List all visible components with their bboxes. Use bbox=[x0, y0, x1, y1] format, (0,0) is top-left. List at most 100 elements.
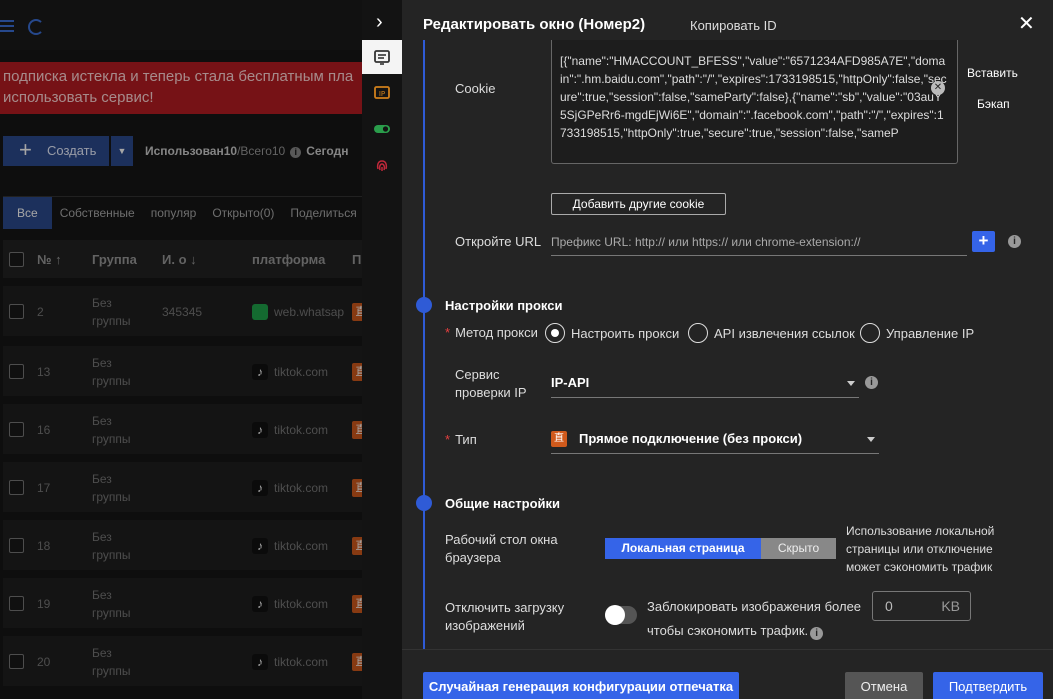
cookie-textarea[interactable]: [{"name":"HMACCOUNT_BFESS","value":"6571… bbox=[551, 40, 958, 164]
banner-line-1: подписка истекла и теперь стала бесплатн… bbox=[3, 68, 354, 85]
table-row[interactable]: 18Безгруппы♪tiktok.com直38.90美国( bbox=[3, 520, 362, 570]
segment-hidden[interactable]: Скрыто bbox=[761, 538, 836, 559]
table-row[interactable]: 2Безгруппы345345web.whatsap直124.1中国( bbox=[3, 286, 362, 336]
add-cookie-button[interactable]: Добавить другие cookie bbox=[551, 193, 726, 215]
top-bar bbox=[0, 0, 362, 50]
usage-used: Использован10 bbox=[145, 144, 238, 158]
menu-icon[interactable] bbox=[0, 20, 16, 34]
proxy-type-icon: 直 bbox=[352, 479, 362, 497]
profile-list-background: подписка истекла и теперь стала бесплатн… bbox=[0, 0, 362, 699]
chevron-down-icon bbox=[847, 381, 855, 386]
ip-check-label: Сервис проверки IP bbox=[455, 367, 527, 400]
plus-icon: + bbox=[19, 137, 32, 162]
subscription-banner: подписка истекла и теперь стала бесплатн… bbox=[0, 62, 362, 114]
row-checkbox[interactable] bbox=[9, 654, 24, 669]
column-platform[interactable]: платформа bbox=[252, 252, 325, 267]
row-platform: tiktok.com bbox=[274, 597, 329, 611]
row-no: 17 bbox=[37, 481, 51, 495]
row-platform: tiktok.com bbox=[274, 539, 329, 553]
general-section-title: Общие настройки bbox=[445, 496, 560, 511]
row-checkbox[interactable] bbox=[9, 596, 24, 611]
row-checkbox[interactable] bbox=[9, 480, 24, 495]
desktop-segmented-control: Локальная страница Скрыто bbox=[605, 538, 836, 559]
create-button[interactable]: + Создать bbox=[3, 136, 109, 166]
usage-total: /Всего10 bbox=[237, 144, 286, 158]
row-name: 345345 bbox=[162, 305, 203, 319]
tab-opened[interactable]: Открыто(0) bbox=[204, 197, 282, 229]
row-no: 18 bbox=[37, 539, 51, 553]
open-url-label: Откройте URL bbox=[455, 234, 542, 249]
type-label: * Тип bbox=[445, 432, 477, 447]
copy-id-link[interactable]: Копировать ID bbox=[690, 18, 777, 33]
image-size-kb-input[interactable]: 0 KB bbox=[872, 591, 971, 621]
segment-local-page[interactable]: Локальная страница bbox=[605, 538, 761, 559]
radio-ip-management[interactable]: Управление IP bbox=[860, 323, 974, 343]
column-no[interactable]: № ↑ bbox=[37, 252, 62, 267]
backup-button[interactable]: Бэкап bbox=[977, 97, 1010, 111]
table-row[interactable]: 17Безгруппы♪tiktok.com直38.90美国( bbox=[3, 462, 362, 512]
row-checkbox[interactable] bbox=[9, 364, 24, 379]
whatsapp-icon bbox=[252, 304, 268, 320]
tab-all[interactable]: Все bbox=[3, 197, 52, 229]
row-group: Без группы bbox=[92, 296, 131, 328]
refresh-icon[interactable] bbox=[28, 19, 44, 35]
kb-unit: KB bbox=[941, 598, 960, 614]
open-url-input[interactable]: Префикс URL: http:// или https:// или ch… bbox=[551, 230, 967, 256]
column-proxy[interactable]: Прокси- bbox=[352, 252, 362, 267]
rail-item-fingerprint[interactable] bbox=[362, 148, 402, 182]
info-icon[interactable]: i bbox=[290, 147, 302, 158]
radio-api-link[interactable]: API извлечения ссылок bbox=[688, 323, 855, 343]
desktop-hint: Использование локальной страницы или откл… bbox=[846, 524, 995, 574]
info-icon[interactable]: i bbox=[810, 627, 824, 640]
chevron-right-icon[interactable]: › bbox=[376, 10, 383, 34]
row-checkbox[interactable] bbox=[9, 422, 24, 437]
confirm-button[interactable]: Подтвердить bbox=[933, 672, 1043, 699]
modal-footer: Случайная генерация конфигурации отпечат… bbox=[402, 649, 1053, 699]
row-group: Без группы bbox=[92, 472, 131, 504]
add-url-button[interactable]: + bbox=[972, 231, 995, 252]
proxy-type-icon: 直 bbox=[352, 363, 362, 381]
tab-own[interactable]: Собственные bbox=[52, 197, 143, 229]
random-fingerprint-button[interactable]: Случайная генерация конфигурации отпечат… bbox=[423, 672, 739, 699]
create-label: Создать bbox=[47, 143, 97, 158]
tab-shared[interactable]: Поделиться bbox=[282, 197, 362, 229]
direct-connection-icon: 直 bbox=[551, 431, 567, 447]
disable-images-label: Отключить загрузку изображений bbox=[445, 600, 565, 633]
table-row[interactable]: 20Безгруппы♪tiktok.com直38.90美国( bbox=[3, 636, 362, 686]
disable-images-toggle[interactable] bbox=[605, 605, 637, 625]
row-checkbox[interactable] bbox=[9, 304, 24, 319]
tiktok-icon: ♪ bbox=[252, 538, 268, 554]
row-group: Без группы bbox=[92, 646, 131, 678]
rail-item-toggle[interactable] bbox=[362, 112, 402, 146]
column-group[interactable]: Группа bbox=[92, 252, 137, 267]
info-icon[interactable]: i bbox=[865, 376, 878, 389]
create-dropdown-button[interactable]: ▼ bbox=[111, 136, 133, 166]
paste-button[interactable]: Вставить bbox=[967, 66, 1018, 80]
desktop-label: Рабочий стол окна браузера bbox=[445, 532, 558, 565]
rail-item-profile[interactable] bbox=[362, 40, 402, 74]
section-dot-proxy bbox=[416, 297, 432, 313]
table-row[interactable]: 19Безгруппы♪tiktok.com直38.90美国( bbox=[3, 578, 362, 628]
clear-icon[interactable]: ✕ bbox=[931, 81, 945, 95]
select-all-checkbox[interactable] bbox=[9, 252, 24, 267]
proxy-type-icon: 直 bbox=[352, 595, 362, 613]
column-name[interactable]: И. о ↓ bbox=[162, 252, 197, 267]
rail-item-proxy[interactable]: IP bbox=[362, 76, 402, 110]
tiktok-icon: ♪ bbox=[252, 654, 268, 670]
info-icon[interactable]: i bbox=[1008, 235, 1021, 248]
radio-custom-proxy[interactable]: Настроить прокси bbox=[545, 323, 679, 343]
table-row[interactable]: 13Безгруппы♪tiktok.com直38.90美国( bbox=[3, 346, 362, 396]
ip-check-select[interactable]: IP-API bbox=[551, 371, 859, 398]
cookie-label: Cookie bbox=[455, 81, 496, 96]
close-icon[interactable]: ✕ bbox=[1018, 12, 1035, 36]
tiktok-icon: ♪ bbox=[252, 422, 268, 438]
cancel-button[interactable]: Отмена bbox=[845, 672, 923, 699]
row-checkbox[interactable] bbox=[9, 538, 24, 553]
profile-card-icon bbox=[374, 50, 390, 65]
tiktok-icon: ♪ bbox=[252, 596, 268, 612]
plus-icon: + bbox=[978, 231, 989, 250]
svg-text:IP: IP bbox=[379, 90, 385, 98]
proxy-type-select[interactable]: 直 Прямое подключение (без прокси) bbox=[551, 427, 879, 454]
table-row[interactable]: 16Безгруппы♪tiktok.com直38.90美国( bbox=[3, 404, 362, 454]
tab-popular[interactable]: популяр bbox=[143, 197, 205, 229]
